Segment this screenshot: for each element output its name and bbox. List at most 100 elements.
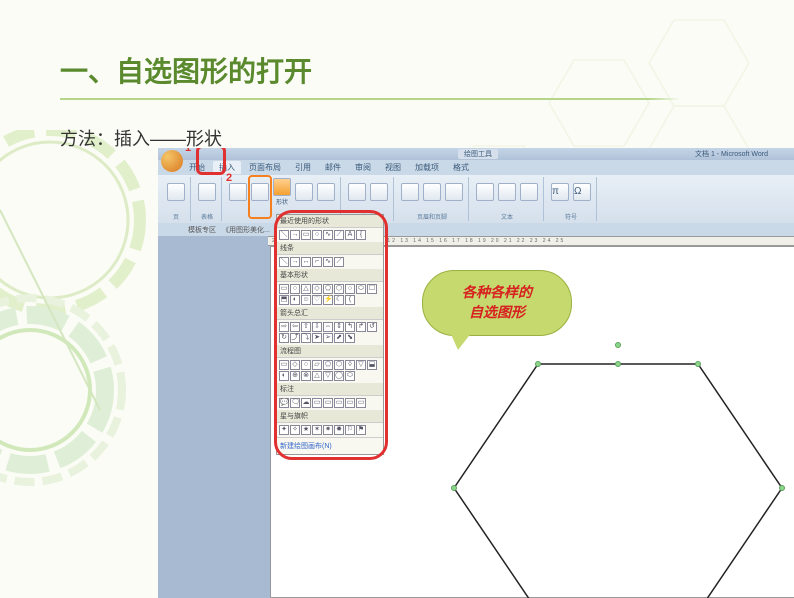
shape-item[interactable]: ○ bbox=[301, 360, 311, 370]
rotation-handle[interactable] bbox=[615, 342, 621, 348]
tab-review[interactable]: 审阅 bbox=[349, 161, 377, 174]
office-button[interactable] bbox=[161, 150, 183, 172]
shape-item[interactable]: ✧ bbox=[290, 425, 300, 435]
textbox-button[interactable] bbox=[475, 177, 495, 207]
shape-item[interactable]: ▽ bbox=[356, 360, 366, 370]
footer-button[interactable] bbox=[422, 177, 442, 207]
bookmark-button[interactable] bbox=[369, 177, 389, 207]
shape-item[interactable]: ↻ bbox=[279, 333, 289, 343]
shape-item[interactable]: ↱ bbox=[356, 322, 366, 332]
shape-item[interactable]: ☺ bbox=[301, 295, 311, 305]
shape-item[interactable]: ☾ bbox=[334, 295, 344, 305]
shape-item[interactable]: ⤴ bbox=[290, 333, 300, 343]
cover-page-button[interactable] bbox=[166, 177, 186, 207]
shape-item[interactable]: ✦ bbox=[279, 425, 289, 435]
tab-mailings[interactable]: 邮件 bbox=[319, 161, 347, 174]
tab-view[interactable]: 视图 bbox=[379, 161, 407, 174]
shape-freeform-icon[interactable]: ⟋ bbox=[334, 230, 344, 240]
shape-oval-icon[interactable]: ○ bbox=[312, 230, 322, 240]
shape-item[interactable]: ⬭ bbox=[345, 371, 355, 381]
shape-item[interactable]: ◇ bbox=[312, 284, 322, 294]
selection-handle[interactable] bbox=[779, 485, 785, 491]
shape-item[interactable]: ↺ bbox=[367, 322, 377, 332]
wordart-button[interactable] bbox=[497, 177, 517, 207]
shape-item[interactable]: ⌐ bbox=[312, 257, 322, 267]
selection-handle[interactable] bbox=[695, 361, 701, 367]
shape-item[interactable]: ⇧ bbox=[301, 322, 311, 332]
hexagon-shape-selected[interactable] bbox=[448, 358, 788, 598]
shape-item[interactable]: ◊ bbox=[345, 360, 355, 370]
shape-item[interactable]: ⤵ bbox=[301, 333, 311, 343]
shape-item[interactable]: ▭ bbox=[345, 398, 355, 408]
header-button[interactable] bbox=[400, 177, 420, 207]
shape-item[interactable]: ○ bbox=[290, 284, 300, 294]
shape-item[interactable]: ⇦ bbox=[290, 322, 300, 332]
shape-item[interactable]: ⬓ bbox=[367, 360, 377, 370]
smartart-button[interactable] bbox=[294, 177, 314, 207]
pagenum-button[interactable] bbox=[444, 177, 464, 207]
shape-item[interactable]: △ bbox=[312, 371, 322, 381]
shape-item[interactable]: ⬡ bbox=[334, 284, 344, 294]
shape-item[interactable]: ▭ bbox=[279, 360, 289, 370]
shape-item[interactable]: ↔ bbox=[301, 257, 311, 267]
shape-item[interactable]: ◇ bbox=[290, 360, 300, 370]
shape-text-icon[interactable]: A bbox=[345, 230, 355, 240]
shape-item[interactable]: ⬡ bbox=[334, 360, 344, 370]
shape-item[interactable]: ▽ bbox=[323, 371, 333, 381]
selection-handle[interactable] bbox=[615, 361, 621, 367]
shape-item[interactable]: ⊕ bbox=[290, 371, 300, 381]
shape-item[interactable]: ⇨ bbox=[279, 322, 289, 332]
tab-layout[interactable]: 页面布局 bbox=[243, 161, 287, 174]
shape-curve-icon[interactable]: ∿ bbox=[323, 230, 333, 240]
tab-addins[interactable]: 加载项 bbox=[409, 161, 445, 174]
new-canvas-link[interactable]: 新建绘图画布(N) bbox=[277, 437, 383, 454]
shape-item[interactable]: ⊗ bbox=[301, 371, 311, 381]
shape-item[interactable]: ⬭ bbox=[356, 284, 366, 294]
shape-item[interactable]: △ bbox=[301, 284, 311, 294]
dropcap-button[interactable] bbox=[519, 177, 539, 207]
shape-item[interactable]: ↰ bbox=[345, 322, 355, 332]
shape-item[interactable]: ▭ bbox=[312, 398, 322, 408]
shape-item[interactable]: ♡ bbox=[312, 295, 322, 305]
chart-button[interactable] bbox=[316, 177, 336, 207]
shape-item[interactable]: ⬠ bbox=[323, 360, 333, 370]
shape-item[interactable]: ⟋ bbox=[334, 257, 344, 267]
shape-item[interactable]: ⇩ bbox=[312, 322, 322, 332]
qat-item[interactable]: 模板专区 bbox=[188, 225, 216, 235]
shape-item[interactable]: ➤ bbox=[312, 333, 322, 343]
shapes-button[interactable]: 形状 bbox=[272, 177, 292, 207]
shape-brace-icon[interactable]: { bbox=[356, 230, 366, 240]
shape-item[interactable]: ⚡ bbox=[323, 295, 333, 305]
shape-item[interactable]: ◐ bbox=[290, 295, 300, 305]
shape-item[interactable]: ⚐ bbox=[345, 425, 355, 435]
shape-item[interactable]: ☁ bbox=[301, 398, 311, 408]
shape-item[interactable]: ▱ bbox=[312, 360, 322, 370]
selection-handle[interactable] bbox=[535, 361, 541, 367]
shape-item[interactable]: ⬠ bbox=[323, 284, 333, 294]
shape-item[interactable]: ➢ bbox=[323, 333, 333, 343]
shape-item[interactable]: ( bbox=[345, 295, 355, 305]
shape-item[interactable]: ✷ bbox=[323, 425, 333, 435]
shape-item[interactable]: 💬 bbox=[279, 398, 289, 408]
hyperlink-button[interactable] bbox=[347, 177, 367, 207]
shape-item[interactable]: ⬊ bbox=[345, 333, 355, 343]
shape-rect-icon[interactable]: ▭ bbox=[301, 230, 311, 240]
shape-item[interactable]: ◐ bbox=[279, 371, 289, 381]
shape-item[interactable]: ⇕ bbox=[334, 322, 344, 332]
table-button[interactable] bbox=[197, 177, 217, 207]
shape-item[interactable]: ⬈ bbox=[334, 333, 344, 343]
shape-line-icon[interactable]: ＼ bbox=[279, 230, 289, 240]
equation-button[interactable]: π bbox=[550, 177, 570, 207]
shape-item[interactable]: ∿ bbox=[323, 257, 333, 267]
shape-arrow-icon[interactable]: → bbox=[290, 230, 300, 240]
shape-item[interactable]: ▭ bbox=[323, 398, 333, 408]
shape-item[interactable]: → bbox=[290, 257, 300, 267]
shape-item[interactable]: ⚑ bbox=[356, 425, 366, 435]
shape-item[interactable]: ▭ bbox=[356, 398, 366, 408]
shape-item[interactable]: ＼ bbox=[279, 257, 289, 267]
shape-item[interactable]: ⇔ bbox=[323, 322, 333, 332]
shape-item[interactable]: ✶ bbox=[312, 425, 322, 435]
shape-item[interactable]: ★ bbox=[301, 425, 311, 435]
shape-item[interactable]: ◯ bbox=[334, 371, 344, 381]
shape-item[interactable]: ☐ bbox=[367, 284, 377, 294]
